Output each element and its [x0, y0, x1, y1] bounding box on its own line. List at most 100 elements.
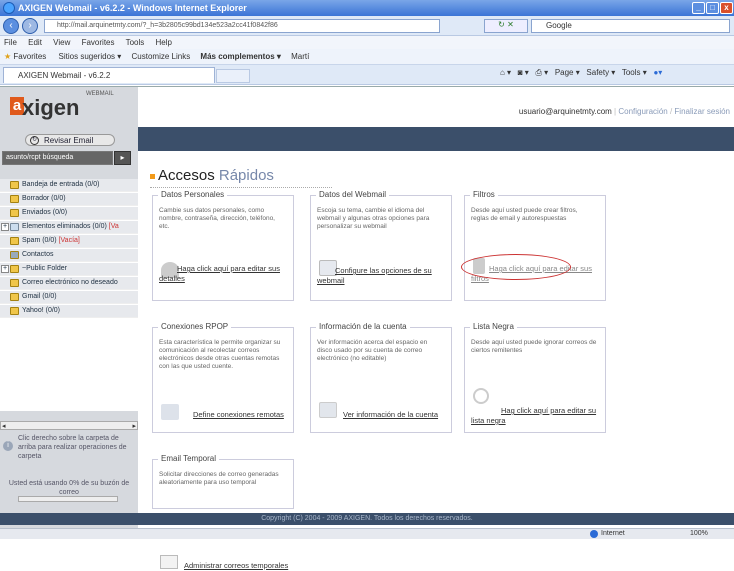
- card-personal-data: Datos Personales Cambie sus datos person…: [152, 190, 294, 301]
- favorites-button[interactable]: Favorites: [13, 52, 46, 61]
- folder-yahoo[interactable]: Yahoo! (0/0): [0, 305, 138, 318]
- folder-hint: i Clic derecho sobre la carpeta de arrib…: [0, 431, 138, 471]
- user-email: usuario@arquinetmty.com: [518, 107, 612, 116]
- empty-spam-link[interactable]: [Vacía]: [59, 237, 80, 244]
- globe-icon: [590, 530, 598, 538]
- empty-deleted-link[interactable]: [Va: [109, 223, 119, 230]
- card-title: Conexiones RPOP: [158, 322, 232, 331]
- menu-edit[interactable]: Edit: [28, 38, 42, 47]
- logo-text: xigen: [22, 95, 80, 120]
- fav-item-sitios[interactable]: Sitios sugeridos ▾: [59, 52, 122, 61]
- help-icon[interactable]: ●▾: [653, 68, 662, 77]
- home-icon[interactable]: ⌂ ▾: [500, 68, 511, 77]
- card-description: Ver información acerca del espacio en di…: [317, 339, 428, 362]
- card-title: Filtros: [470, 190, 498, 199]
- close-button[interactable]: x: [720, 2, 733, 14]
- define-remote-link[interactable]: Define conexiones remotas: [159, 410, 293, 420]
- fav-item-customize[interactable]: Customize Links: [132, 52, 191, 61]
- card-description: Solicitar direcciones de correo generada…: [159, 471, 279, 486]
- card-rpop: Conexiones RPOP Esta característica le p…: [152, 322, 294, 433]
- settings-link[interactable]: Configuración: [618, 107, 667, 116]
- search-go-button[interactable]: ▸: [114, 151, 131, 165]
- tools-menu[interactable]: Tools ▾: [622, 68, 647, 77]
- menu-tools[interactable]: Tools: [126, 38, 145, 47]
- card-title: Datos Personales: [158, 190, 228, 199]
- sidebar: a xigen WEBMAIL ↻ Revisar Email asunto/r…: [0, 87, 138, 529]
- expand-icon[interactable]: +: [1, 223, 9, 231]
- status-bar: Internet 100%: [0, 528, 734, 539]
- trash-icon: [10, 223, 19, 231]
- folder-junk[interactable]: Correo electrónico no deseado: [0, 277, 138, 290]
- quota-bar: [18, 496, 118, 502]
- card-description: Cambie sus datos personales, como nombre…: [159, 207, 275, 230]
- print-icon[interactable]: ⎙ ▾: [536, 68, 549, 77]
- minimize-button[interactable]: _: [692, 2, 705, 14]
- refresh-stop-buttons[interactable]: ↻ ✕: [484, 19, 528, 33]
- folder-gmail[interactable]: Gmail (0/0): [0, 291, 138, 304]
- folder-deleted[interactable]: + Elementos eliminados (0/0) [Va: [0, 221, 138, 234]
- menu-help[interactable]: Help: [156, 38, 172, 47]
- menu-bar: File Edit View Favorites Tools Help: [0, 36, 734, 49]
- card-title: Datos del Webmail: [316, 190, 389, 199]
- folder-icon: [10, 307, 19, 315]
- command-bar: ⌂ ▾ ◙ ▾ ⎙ ▾ Page ▾ Safety ▾ Tools ▾ ●▾: [500, 68, 662, 78]
- zoom-level[interactable]: 100%: [690, 530, 708, 537]
- logout-link[interactable]: Finalizar sesión: [674, 107, 730, 116]
- page-title: Accesos Rápidos: [150, 167, 332, 188]
- review-email-label: Revisar Email: [44, 136, 94, 145]
- card-description: Desde aquí usted puede crear filtros, re…: [471, 207, 578, 222]
- inbox-icon: [10, 181, 19, 189]
- folder-list: Bandeja de entrada (0/0) Borrador (0/0) …: [0, 179, 138, 411]
- scroll-right-icon[interactable]: ▸: [132, 422, 136, 430]
- menu-view[interactable]: View: [53, 38, 70, 47]
- quota-text: Usted está usando 0% de su buzón de corr…: [8, 480, 130, 496]
- subject-search-input[interactable]: asunto/rcpt búsqueda: [2, 151, 113, 165]
- url-input[interactable]: http://mail.arquinetmty.com/?_h=3b2805c9…: [44, 19, 440, 33]
- folder-drafts[interactable]: Borrador (0/0): [0, 193, 138, 206]
- window-title: AXIGEN Webmail - v6.2.2 - Windows Intern…: [18, 3, 247, 13]
- card-account-info: Información de la cuenta Ver información…: [310, 322, 452, 433]
- folder-contacts[interactable]: Contactos: [0, 249, 138, 262]
- search-input[interactable]: Google: [531, 19, 730, 33]
- review-email-button[interactable]: ↻ Revisar Email: [25, 134, 115, 146]
- drafts-icon: [10, 195, 19, 203]
- refresh-icon: ↻: [30, 136, 39, 145]
- forward-button[interactable]: ›: [22, 18, 38, 34]
- fav-item-marti[interactable]: Martí: [291, 52, 309, 61]
- card-title: Lista Negra: [470, 322, 517, 331]
- feeds-icon[interactable]: ◙ ▾: [518, 68, 529, 77]
- webmail-page: a xigen WEBMAIL ↻ Revisar Email asunto/r…: [0, 86, 734, 570]
- manage-temp-email-link[interactable]: Administrar correos temporales: [160, 561, 294, 571]
- safety-menu[interactable]: Safety ▾: [586, 68, 615, 77]
- folder-public[interactable]: + ~Public Folder: [0, 263, 138, 276]
- quick-access-content: Accesos Rápidos Datos Personales Cambie …: [138, 151, 734, 570]
- star-icon: ★: [4, 52, 12, 61]
- tab-axigen[interactable]: AXIGEN Webmail - v6.2.2: [3, 67, 215, 83]
- fav-item-complementos[interactable]: Más complementos ▾: [200, 52, 280, 61]
- edit-blacklist-link[interactable]: Hag click aquí para editar su lista negr…: [471, 406, 605, 426]
- folder-sent[interactable]: Enviados (0/0): [0, 207, 138, 220]
- new-tab-button[interactable]: [216, 69, 250, 83]
- page-menu[interactable]: Page ▾: [555, 68, 580, 77]
- edit-details-link[interactable]: Haga click aquí para editar sus detalles: [159, 264, 293, 284]
- folder-spam[interactable]: Spam (0/0) [Vacía]: [0, 235, 138, 248]
- folder-inbox[interactable]: Bandeja de entrada (0/0): [0, 179, 138, 192]
- favorites-bar: ★ Favorites Sitios sugeridos ▾ Customize…: [0, 49, 734, 65]
- card-webmail-data: Datos del Webmail Escoja su tema, cambie…: [310, 190, 452, 301]
- card-filters: Filtros Desde aquí usted puede crear fil…: [464, 190, 606, 301]
- title-underline: [150, 187, 332, 188]
- contacts-icon: [10, 251, 19, 259]
- maximize-button[interactable]: □: [706, 2, 719, 14]
- configure-webmail-link[interactable]: Configure las opciones de su webmail: [317, 266, 451, 286]
- card-description: Escoja su tema, cambie el idioma del web…: [317, 207, 430, 230]
- menu-file[interactable]: File: [4, 38, 17, 47]
- folder-horizontal-scrollbar[interactable]: ◂ ▸: [0, 421, 138, 430]
- card-title: Información de la cuenta: [316, 322, 410, 331]
- expand-icon[interactable]: +: [1, 265, 9, 273]
- menu-favorites[interactable]: Favorites: [82, 38, 115, 47]
- back-button[interactable]: ‹: [3, 18, 19, 34]
- view-account-info-link[interactable]: Ver información de la cuenta: [317, 410, 451, 420]
- address-toolbar: ‹ › http://mail.arquinetmty.com/?_h=3b28…: [0, 16, 734, 36]
- scroll-left-icon[interactable]: ◂: [2, 422, 6, 430]
- navigation-band: [138, 127, 734, 151]
